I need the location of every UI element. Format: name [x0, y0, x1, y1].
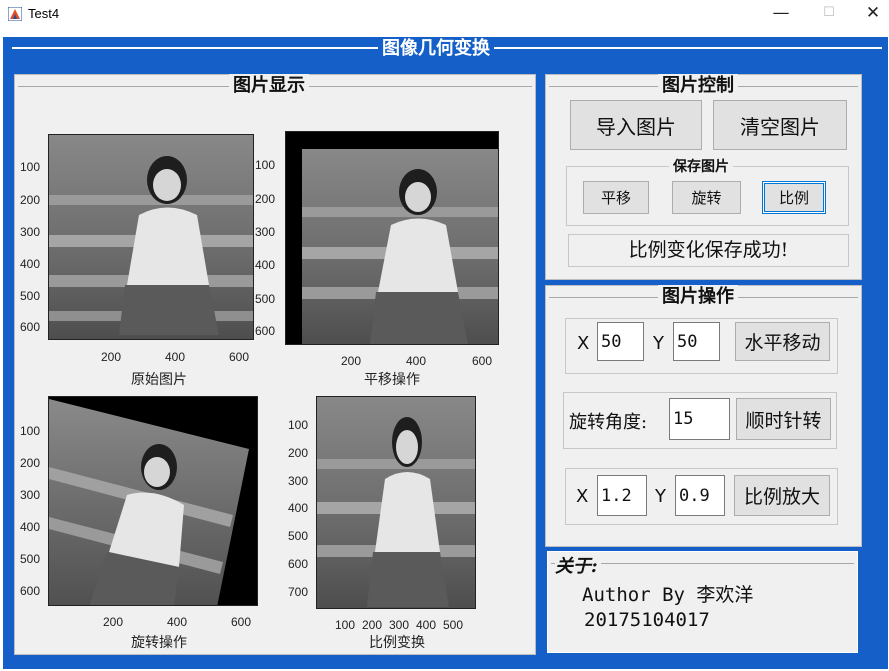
- translate-x-input[interactable]: 50: [597, 322, 644, 361]
- x-tick: 400: [416, 618, 437, 632]
- x-tick: 400: [167, 615, 188, 629]
- y-tick: 500: [288, 529, 309, 543]
- y-tick: 200: [20, 456, 41, 470]
- y-tick: 400: [255, 258, 276, 272]
- y-tick: 500: [20, 552, 41, 566]
- y-tick: 500: [255, 292, 276, 306]
- status-message: 比例变化保存成功!: [568, 234, 849, 267]
- save-rotate-button[interactable]: 旋转: [672, 181, 741, 214]
- original-image: [49, 135, 253, 339]
- maximize-button[interactable]: ☐: [814, 2, 844, 26]
- save-image-group-title: 保存图片: [669, 158, 733, 176]
- x-tick: 500: [443, 618, 464, 632]
- y-tick: 700: [288, 585, 309, 599]
- scaled-image: [317, 397, 475, 608]
- translate-image-axes: [285, 131, 499, 345]
- rotate-image-axes: [48, 396, 258, 606]
- clockwise-rotate-button[interactable]: 顺时针转: [736, 398, 831, 440]
- original-image-xlabel: 原始图片: [131, 372, 187, 388]
- x-tick: 600: [229, 350, 250, 364]
- display-panel-title: 图片显示: [229, 74, 309, 98]
- window-titlebar: [0, 0, 889, 30]
- control-panel-title: 图片控制: [658, 74, 738, 98]
- y-tick: 300: [20, 488, 41, 502]
- scale-enlarge-button[interactable]: 比例放大: [734, 475, 830, 516]
- about-author: Author By 李欢洋: [582, 584, 754, 606]
- original-image-axes: [48, 134, 254, 340]
- about-student-id: 20175104017: [584, 609, 710, 631]
- about-title: 关于:: [555, 552, 601, 578]
- translate-y-input[interactable]: 50: [673, 322, 720, 361]
- y-tick: 400: [20, 520, 41, 534]
- y-tick: 300: [288, 474, 309, 488]
- clear-image-button[interactable]: 清空图片: [713, 100, 847, 150]
- x-tick: 400: [165, 350, 186, 364]
- scale-y-input[interactable]: 0.9: [675, 475, 725, 516]
- minimize-button[interactable]: —: [766, 2, 796, 26]
- y-tick: 200: [255, 192, 276, 206]
- close-button[interactable]: ✕: [858, 2, 888, 26]
- y-tick: 600: [255, 324, 276, 338]
- y-tick: 200: [288, 446, 309, 460]
- y-tick: 500: [20, 289, 41, 303]
- y-tick: 100: [20, 424, 41, 438]
- rotate-angle-label: 旋转角度:: [569, 412, 648, 433]
- x-tick: 200: [341, 354, 362, 368]
- translate-image-xlabel: 平移操作: [364, 372, 420, 388]
- y-tick: 100: [20, 160, 41, 174]
- x-tick: 100: [335, 618, 356, 632]
- save-scale-button[interactable]: 比例: [762, 181, 826, 214]
- y-tick: 600: [288, 557, 309, 571]
- x-tick: 200: [362, 618, 383, 632]
- translate-y-label: Y: [653, 333, 664, 354]
- scale-y-label: Y: [655, 486, 666, 507]
- x-tick: 600: [472, 354, 493, 368]
- rotated-image: [49, 397, 257, 605]
- window-title: Test4: [28, 6, 60, 21]
- y-tick: 300: [255, 225, 276, 239]
- save-translate-button[interactable]: 平移: [583, 181, 649, 214]
- y-tick: 200: [20, 193, 41, 207]
- frame-title: 图像几何变换: [378, 37, 494, 61]
- x-tick: 600: [231, 615, 252, 629]
- translated-image: [286, 132, 498, 344]
- operation-panel-title: 图片操作: [658, 285, 738, 309]
- y-tick: 100: [288, 418, 309, 432]
- scale-x-input[interactable]: 1.2: [597, 475, 647, 516]
- y-tick: 600: [20, 584, 41, 598]
- x-tick: 200: [101, 350, 122, 364]
- scale-image-xlabel: 比例变换: [369, 635, 425, 651]
- matlab-figure-icon: [8, 7, 22, 21]
- scale-image-axes: [316, 396, 476, 609]
- rotate-image-xlabel: 旋转操作: [131, 635, 187, 651]
- scale-x-label: X: [576, 486, 589, 507]
- y-tick: 600: [20, 320, 41, 334]
- x-tick: 400: [406, 354, 427, 368]
- rotate-angle-input[interactable]: 15: [669, 398, 730, 440]
- translate-x-label: X: [577, 333, 590, 354]
- x-tick: 200: [103, 615, 124, 629]
- import-image-button[interactable]: 导入图片: [570, 100, 702, 150]
- y-tick: 300: [20, 225, 41, 239]
- horizontal-move-button[interactable]: 水平移动: [735, 322, 830, 361]
- y-tick: 100: [255, 158, 276, 172]
- x-tick: 300: [389, 618, 410, 632]
- y-tick: 400: [20, 257, 41, 271]
- y-tick: 400: [288, 501, 309, 515]
